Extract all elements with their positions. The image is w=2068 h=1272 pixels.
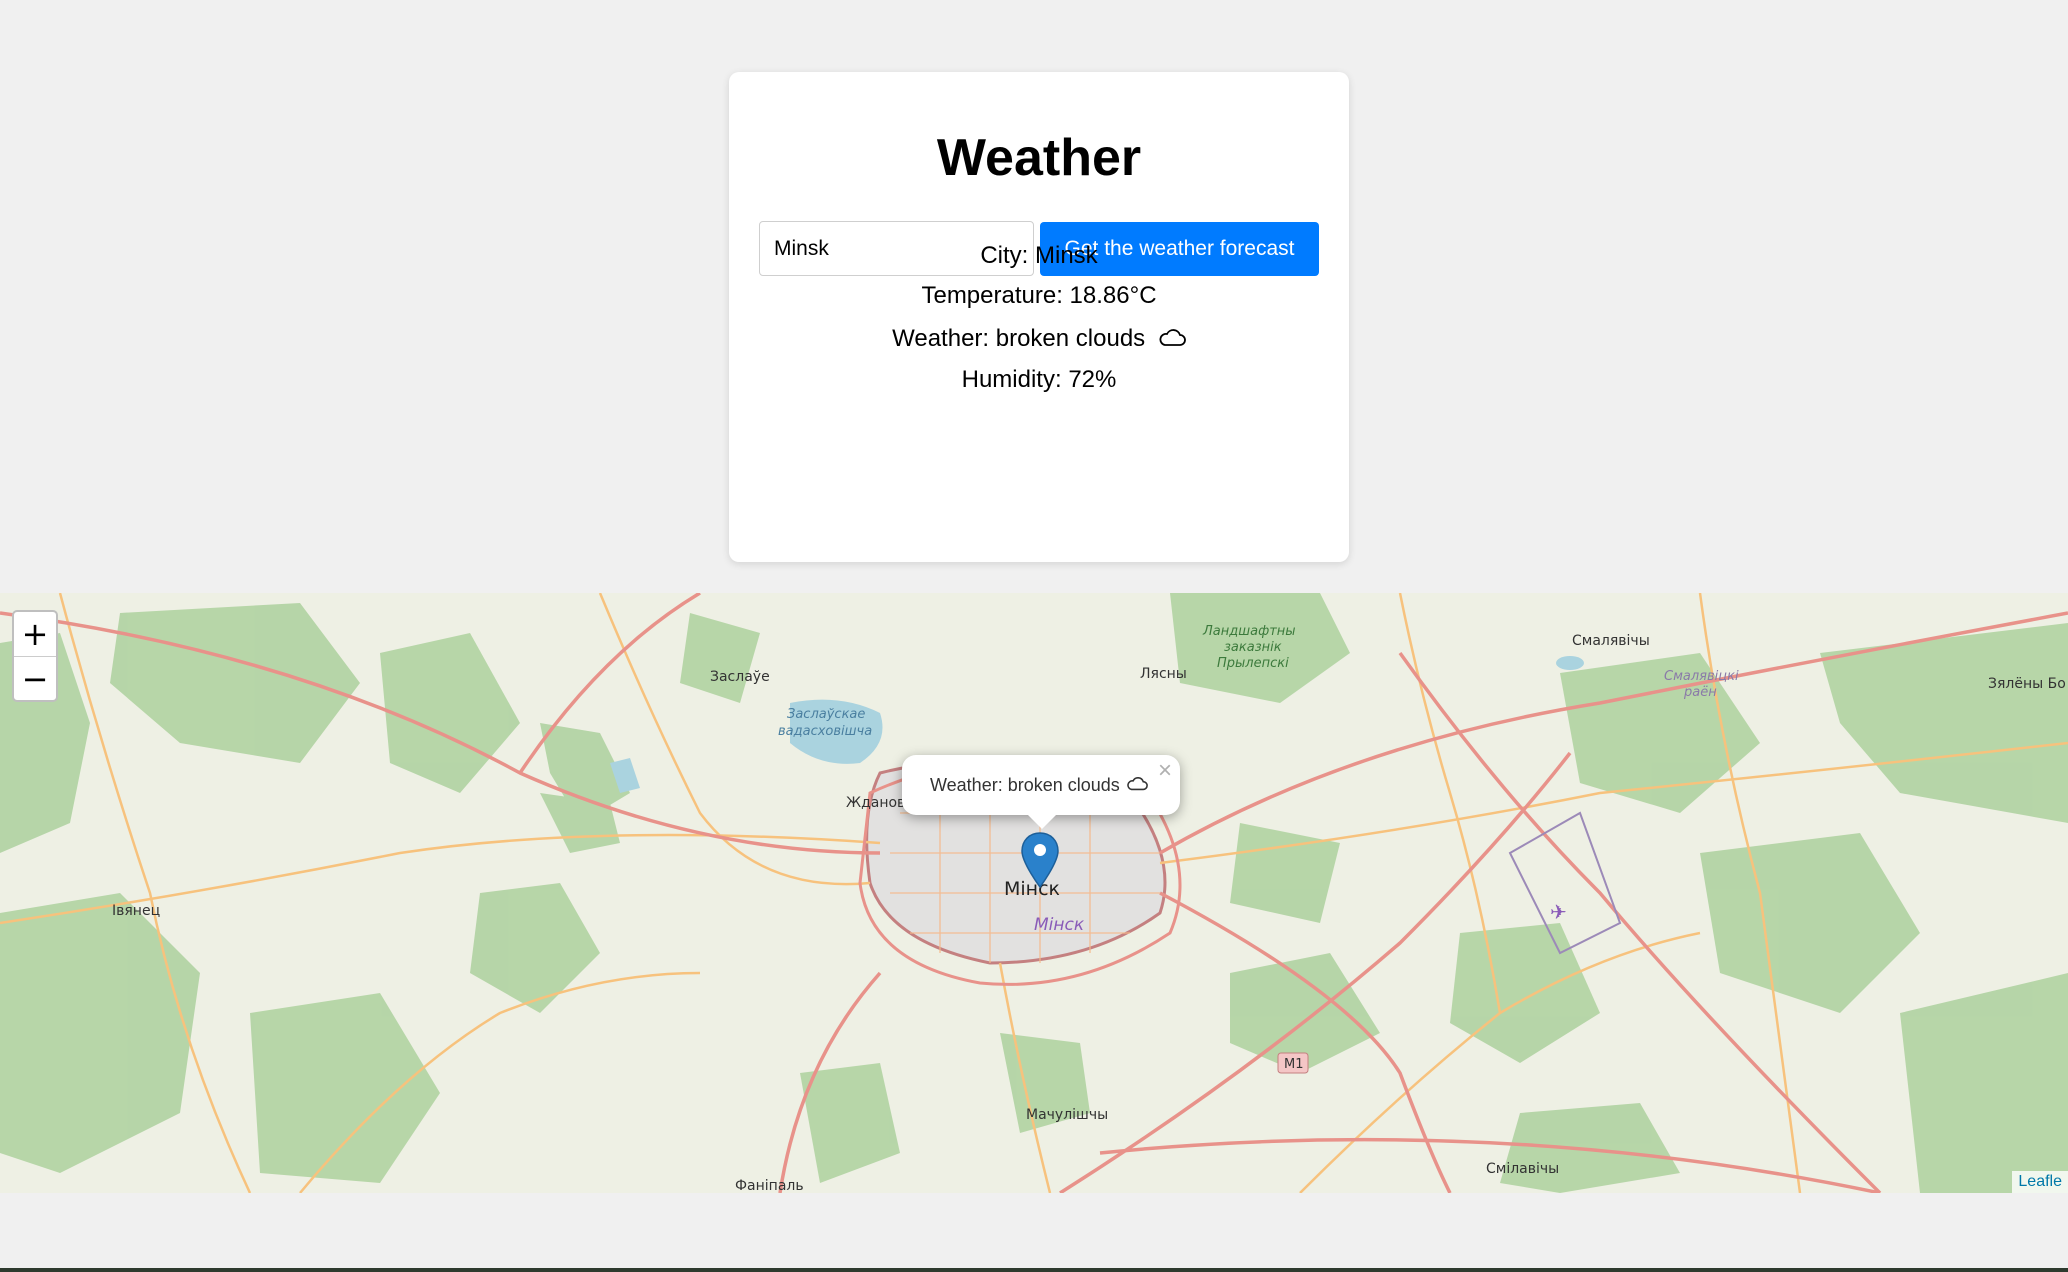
svg-text:Смілавічы: Смілавічы [1486,1161,1559,1177]
popup-tip [1024,811,1060,829]
svg-text:Лясны: Лясны [1140,666,1187,682]
svg-text:вадасховішча: вадасховішча [778,724,872,739]
map[interactable]: ✈ Заслаўе Заслаўскае вадасховішча Лясны … [0,593,2068,1193]
bottom-border [0,1268,2068,1272]
svg-text:раён: раён [1683,685,1717,700]
svg-text:M1: M1 [1284,1057,1304,1072]
svg-text:Смалявіцкі: Смалявіцкі [1664,669,1739,684]
weather-text: Weather: broken clouds [892,325,1146,352]
zoom-in-button[interactable]: + [14,612,56,656]
popup-text: Weather: broken clouds [930,774,1120,795]
svg-text:Мачулішчы: Мачулішчы [1026,1107,1108,1123]
zoom-out-button[interactable]: − [14,656,56,701]
svg-text:Смалявічы: Смалявічы [1572,633,1650,649]
temperature-text: Temperature: 18.86°C [921,282,1157,309]
weather-line: Weather: broken clouds [729,325,1349,354]
svg-text:Зялёны Бо: Зялёны Бо [1988,676,2066,692]
cloud-icon [1158,326,1186,354]
weather-card: Weather Get the weather forecast City: M… [729,72,1349,562]
label-zaslauje: Заслаўе [710,669,770,685]
svg-text:Фаніпаль: Фаніпаль [735,1178,804,1193]
svg-text:заказнік: заказнік [1224,640,1282,655]
svg-text:Ландшафтны: Ландшафтны [1202,624,1296,639]
svg-text:✈: ✈ [1550,900,1567,924]
location-marker-icon[interactable] [1020,831,1060,891]
m1-road-shield: M1 [1277,1052,1309,1074]
svg-text:Мінск: Мінск [1034,915,1085,935]
zoom-control: + − [12,610,58,702]
attribution-link[interactable]: Leafle [2012,1171,2068,1193]
city-text: City: Minsk [980,242,1098,269]
svg-text:Жданов: Жданов [846,795,905,811]
popup-close-button[interactable]: × [1158,757,1172,785]
map-popup: Weather: broken clouds × [902,755,1180,815]
svg-text:Івянец: Івянец [112,903,160,919]
map-tiles[interactable]: ✈ Заслаўе Заслаўскае вадасховішча Лясны … [0,593,2068,1193]
svg-text:Заслаўскае: Заслаўскае [787,707,865,722]
page-title: Weather [936,129,1142,187]
humidity-text: Humidity: 72% [961,366,1117,393]
cloud-icon [1126,775,1148,796]
svg-text:Прылепскі: Прылепскі [1217,656,1289,671]
